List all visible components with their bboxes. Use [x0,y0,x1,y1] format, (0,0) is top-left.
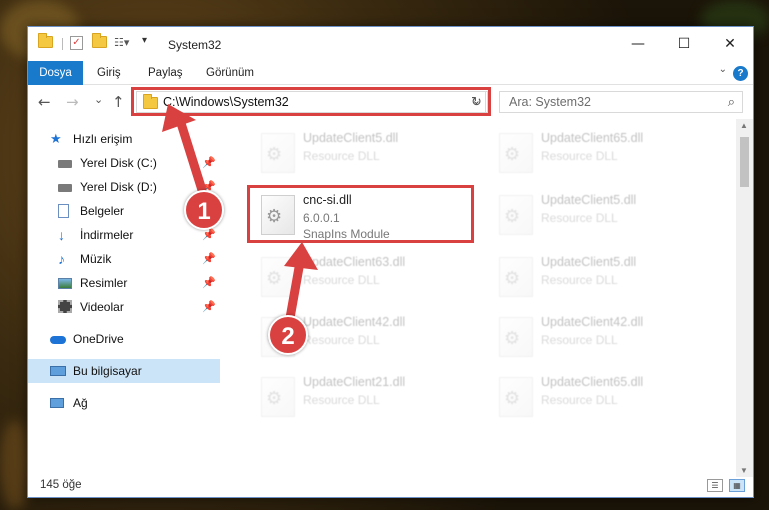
search-placeholder: Ara: System32 [509,95,591,109]
sidebar-item-downloads[interactable]: ↓ İndirmeler 📌 [28,223,220,247]
minimize-button[interactable]: — [615,27,661,61]
file-item[interactable]: UpdateClient65.dll Resource DLL [489,125,719,181]
file-list: UpdateClient5.dll Resource DLL UpdateCli… [231,119,736,469]
divider [62,38,63,50]
download-icon: ↓ [58,227,65,243]
search-icon: ⌕ [727,94,735,109]
cloud-icon [50,336,66,344]
quick-access-dropdown-icon[interactable]: ▾ [142,35,147,53]
sidebar-item-videos[interactable]: Videolar 📌 [28,295,220,319]
maximize-button[interactable]: ☐ [661,27,707,61]
computer-icon [50,366,66,376]
pin-icon[interactable]: 📌 [202,151,216,175]
help-icon[interactable]: ? [733,66,748,81]
customize-toolbar-icon[interactable]: ☷▾ [114,36,129,54]
file-item[interactable]: UpdateClient63.dll Resource DLL [251,249,481,305]
dll-file-icon [261,257,295,297]
tab-share[interactable]: Paylaş [136,61,195,85]
explorer-window: ✓ ☷▾ ▾ System32 — ☐ ✕ Dosya Giriş Paylaş… [27,26,754,498]
expand-ribbon-icon[interactable]: ⌄ [719,64,727,75]
videos-icon [58,300,72,313]
details-view-icon[interactable]: ☰ [707,479,723,492]
step-badge-1: 1 [184,190,224,230]
sidebar-item-pictures[interactable]: Resimler 📌 [28,271,220,295]
pin-icon[interactable]: 📌 [202,247,216,271]
sidebar-item-network[interactable]: Ağ [28,391,220,415]
tiles-view-icon[interactable]: ▦ [729,479,745,492]
new-folder-icon[interactable] [92,33,107,54]
dll-file-icon [499,257,533,297]
item-count: 145 öğe [40,479,82,491]
search-input[interactable]: Ara: System32 ⌕ [499,91,743,113]
music-icon: ♪ [58,251,65,267]
dll-file-icon [499,195,533,235]
scroll-up-icon[interactable]: ▲ [740,121,748,130]
sidebar-item-this-pc[interactable]: Bu bilgisayar [28,359,220,383]
file-item[interactable]: UpdateClient5.dll Resource DLL [251,125,481,181]
properties-icon[interactable]: ✓ [70,36,83,50]
sidebar-item-local-disk-c[interactable]: Yerel Disk (C:) 📌 [28,151,220,175]
sidebar-item-quick-access[interactable]: ★ Hızlı erişim [28,127,220,151]
forward-button[interactable]: → [66,93,79,111]
dll-file-icon [261,377,295,417]
pin-icon[interactable]: 📌 [202,271,216,295]
step-badge-2: 2 [268,315,308,355]
recent-locations-button[interactable]: ⌄ [94,93,103,106]
documents-icon [58,204,69,218]
back-button[interactable]: ← [38,93,51,111]
up-button[interactable]: ↑ [112,93,125,111]
address-highlight-box [131,87,491,116]
file-item[interactable]: UpdateClient42.dll Resource DLL [489,309,719,365]
drive-icon [58,184,72,192]
file-item[interactable]: UpdateClient65.dll Resource DLL [489,369,719,425]
scroll-down-icon[interactable]: ▼ [740,466,748,475]
navigation-pane: ★ Hızlı erişim Yerel Disk (C:) 📌 Yerel D… [28,119,220,469]
tab-home[interactable]: Giriş [85,61,133,85]
scroll-thumb[interactable] [740,137,749,187]
vertical-scrollbar[interactable]: ▲ ▼ [736,119,753,477]
navigation-bar: ← → ⌄ ↑ C:\Windows\System32 ⌄ ↻ Ara: Sys… [28,85,753,119]
sidebar-item-music[interactable]: ♪ Müzik 📌 [28,247,220,271]
status-bar: 145 öğe ☰ ▦ [28,475,753,497]
pin-icon[interactable]: 📌 [202,295,216,319]
star-icon: ★ [50,131,62,146]
tab-file[interactable]: Dosya [28,61,83,85]
sidebar-item-onedrive[interactable]: OneDrive [28,327,220,351]
file-item[interactable]: UpdateClient21.dll Resource DLL [251,369,481,425]
window-title: System32 [168,38,222,52]
network-icon [50,398,64,408]
dll-file-icon [499,377,533,417]
folder-icon [38,33,53,54]
file-highlight-box [247,185,474,243]
title-bar: ✓ ☷▾ ▾ System32 — ☐ ✕ [28,27,753,61]
file-item[interactable]: UpdateClient5.dll Resource DLL [489,187,719,243]
file-item[interactable]: UpdateClient5.dll Resource DLL [489,249,719,305]
pictures-icon [58,278,72,289]
tab-view[interactable]: Görünüm [194,61,266,85]
close-button[interactable]: ✕ [707,27,753,61]
dll-file-icon [499,317,533,357]
dll-file-icon [499,133,533,173]
drive-icon [58,160,72,168]
ribbon-tabs: Dosya Giriş Paylaş Görünüm ⌄ ? [28,61,753,85]
dll-file-icon [261,133,295,173]
